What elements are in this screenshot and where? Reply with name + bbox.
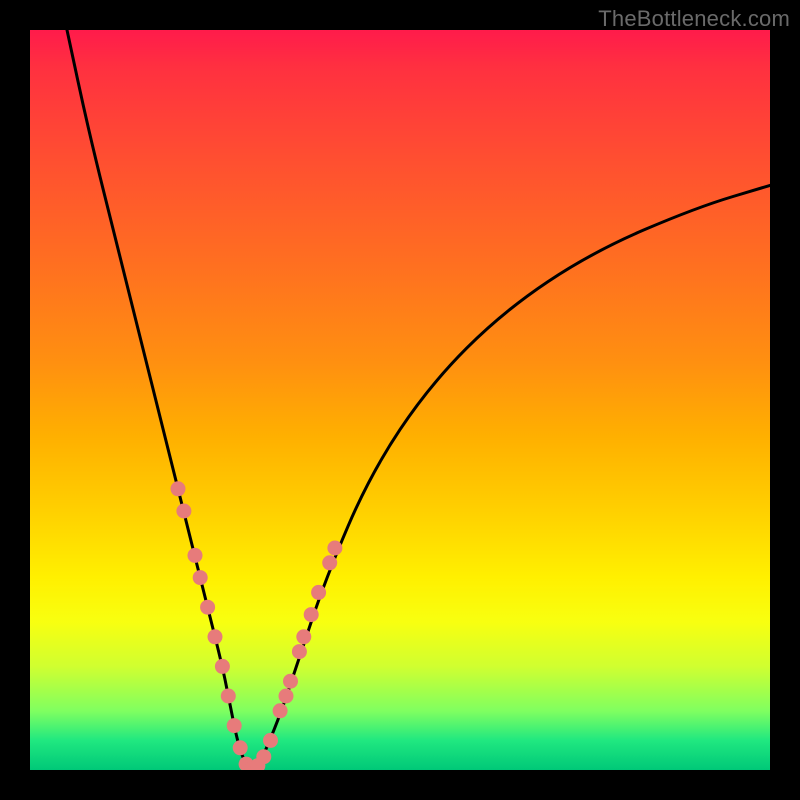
curve-marker <box>193 570 208 585</box>
curve-marker <box>221 689 236 704</box>
curve-markers <box>171 481 343 770</box>
curve-marker <box>279 689 294 704</box>
curve-svg <box>30 30 770 770</box>
curve-marker <box>296 629 311 644</box>
curve-marker <box>263 733 278 748</box>
curve-marker <box>273 703 288 718</box>
curve-marker <box>292 644 307 659</box>
curve-marker <box>208 629 223 644</box>
curve-marker <box>283 674 298 689</box>
chart-frame: TheBottleneck.com <box>0 0 800 800</box>
curve-marker <box>200 600 215 615</box>
bottleneck-curve <box>67 30 770 768</box>
curve-marker <box>322 555 337 570</box>
curve-marker <box>227 718 242 733</box>
watermark-text: TheBottleneck.com <box>598 6 790 32</box>
curve-marker <box>188 548 203 563</box>
curve-marker <box>327 541 342 556</box>
curve-marker <box>176 504 191 519</box>
curve-marker <box>233 740 248 755</box>
curve-marker <box>311 585 326 600</box>
curve-marker <box>215 659 230 674</box>
curve-marker <box>256 749 271 764</box>
curve-marker <box>304 607 319 622</box>
curve-marker <box>171 481 186 496</box>
plot-area <box>30 30 770 770</box>
